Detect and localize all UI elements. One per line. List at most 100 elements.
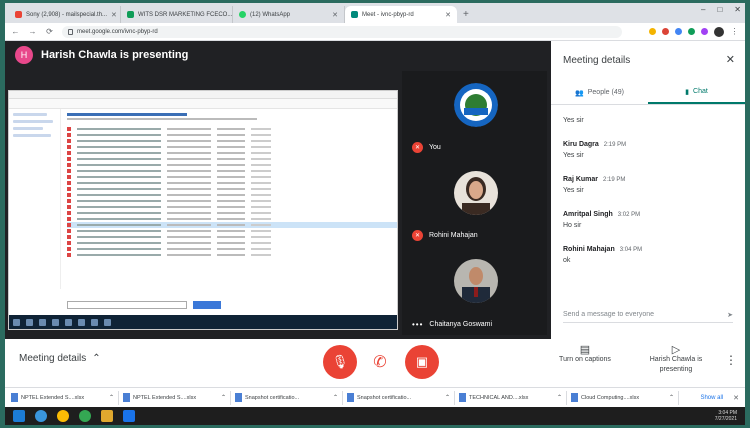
message-sender: Kiru Dagra: [563, 141, 599, 148]
close-shelf-icon[interactable]: ✕: [733, 394, 739, 402]
download-item[interactable]: NPTEL Extended S....xlsx ⌃: [123, 390, 231, 405]
sheets-favicon-icon: [127, 11, 134, 18]
panel-tabs: 👥 People (49) ▮ Chat: [551, 81, 745, 105]
shared-window-action-row: [67, 301, 221, 309]
chrome-icon[interactable]: [57, 410, 69, 422]
captions-button[interactable]: ▤ Turn on captions: [550, 345, 620, 365]
tab-people[interactable]: 👥 People (49): [551, 81, 648, 104]
download-item[interactable]: TECHNICAL AND....xlsx ⌃: [459, 390, 567, 405]
leave-call-button[interactable]: ✆︎: [363, 345, 397, 379]
browser-tab[interactable]: (12) WhatsApp ✕: [233, 6, 345, 23]
message-time: 3:02 PM: [617, 212, 641, 218]
file-icon: [571, 393, 578, 402]
chat-input[interactable]: Send a message to everyone ➤: [563, 307, 733, 323]
participant-name: Rohini Mahajan: [429, 232, 478, 239]
presenter-avatar: H: [15, 46, 33, 64]
mic-toggle-button[interactable]: 🎙︎: [323, 345, 357, 379]
minimize-button[interactable]: –: [701, 5, 705, 14]
shared-window-titlebar: [9, 91, 397, 99]
chevron-up-icon[interactable]: ⌃: [557, 394, 562, 401]
shared-window-sidebar: [9, 109, 61, 289]
extension-icon[interactable]: [662, 28, 669, 35]
more-options-icon[interactable]: ⋮: [725, 353, 737, 367]
windows-taskbar: 3:04 PM 7/27/2021: [5, 407, 745, 425]
address-bar[interactable]: meet.google.com/ivnc-pbyp-rd: [62, 25, 622, 38]
chevron-up-icon[interactable]: ⌃: [109, 394, 114, 401]
shared-screen[interactable]: [8, 90, 398, 330]
meeting-details-button[interactable]: Meeting details ⌃: [19, 353, 101, 364]
chat-message: Kiru Dagra 2:19 PM Yes sir: [563, 141, 733, 159]
download-item[interactable]: Cloud Computing....xlsx ⌃: [571, 390, 679, 405]
participant-tile[interactable]: ✕ Rohini Mahajan: [402, 159, 547, 247]
camera-off-icon: ▣: [415, 354, 429, 369]
chevron-up-icon[interactable]: ⌃: [445, 394, 450, 401]
download-item[interactable]: NPTEL Extended S....xlsx ⌃: [11, 390, 119, 405]
file-explorer-icon[interactable]: [101, 410, 113, 422]
chat-icon: ▮: [685, 88, 690, 96]
chrome-menu-icon[interactable]: ⋮: [730, 27, 739, 36]
download-shelf: NPTEL Extended S....xlsx ⌃ NPTEL Extende…: [5, 387, 745, 407]
participant-name: Chaitanya Goswami: [429, 321, 493, 328]
download-item[interactable]: Snapshot certificatio... ⌃: [235, 390, 343, 405]
chevron-up-icon[interactable]: ⌃: [333, 394, 338, 401]
close-tab-icon[interactable]: ✕: [332, 11, 338, 19]
browser-tab[interactable]: WITS DSR MARKETING FCECO... ✕: [121, 6, 233, 23]
chevron-up-icon[interactable]: ⌃: [221, 394, 226, 401]
download-filename: Cloud Computing....xlsx: [581, 394, 640, 401]
participant-name: You: [429, 144, 441, 151]
message-sender: Amritpal Singh: [563, 211, 613, 218]
show-all-downloads-link[interactable]: Show all: [700, 395, 723, 401]
extension-icons: ⋮: [649, 26, 739, 37]
camera-toggle-button[interactable]: ▣: [405, 345, 439, 379]
new-tab-button[interactable]: +: [457, 6, 475, 23]
edge-icon[interactable]: [35, 410, 47, 422]
app-icon[interactable]: [123, 410, 135, 422]
chevron-up-icon: ⌃: [92, 353, 101, 364]
present-screen-icon: ▷: [671, 344, 681, 356]
participant-photo: [454, 259, 498, 303]
tab-chat[interactable]: ▮ Chat: [648, 81, 745, 104]
reload-icon[interactable]: ⟳: [45, 27, 54, 36]
tab-label: Meet - ivnc-pbyp-rd: [362, 11, 414, 18]
end-call-icon: ✆︎: [373, 354, 387, 371]
chevron-up-icon[interactable]: ⌃: [669, 394, 674, 401]
participant-tile[interactable]: ••• Chaitanya Goswami: [402, 247, 547, 335]
message-time: 2:19 PM: [603, 142, 627, 148]
browser-tab-active[interactable]: Meet - ivnc-pbyp-rd ✕: [345, 6, 457, 23]
extension-icon[interactable]: [675, 28, 682, 35]
system-clock[interactable]: 3:04 PM 7/27/2021: [715, 410, 737, 422]
maximize-button[interactable]: □: [717, 5, 722, 14]
extension-icon[interactable]: [701, 28, 708, 35]
close-tab-icon[interactable]: ✕: [445, 11, 451, 19]
message-time: 3:04 PM: [619, 247, 643, 253]
file-icon: [235, 393, 242, 402]
tab-label: Sony (2,908) - mailspecial.th...: [26, 11, 108, 18]
file-icon: [347, 393, 354, 402]
browser-tab[interactable]: Sony (2,908) - mailspecial.th... ✕: [9, 6, 121, 23]
download-item[interactable]: Snapshot certificatio... ⌃: [347, 390, 455, 405]
extension-icon[interactable]: [649, 28, 656, 35]
captions-label: Turn on captions: [559, 356, 611, 363]
send-icon[interactable]: ➤: [727, 311, 733, 319]
file-icon: [459, 393, 466, 402]
shared-window-subheading: [67, 118, 257, 120]
chrome-icon[interactable]: [79, 410, 91, 422]
mic-off-icon: ✕: [412, 142, 423, 153]
download-filename: NPTEL Extended S....xlsx: [133, 394, 197, 401]
back-arrow-icon[interactable]: ←: [11, 27, 20, 36]
profile-avatar[interactable]: [714, 26, 724, 37]
windows-start-icon[interactable]: [13, 410, 25, 422]
close-window-button[interactable]: ✕: [734, 5, 741, 14]
more-options-icon[interactable]: •••: [412, 320, 423, 329]
participant-tile-you[interactable]: ✕ You: [402, 71, 547, 159]
forward-arrow-icon[interactable]: →: [28, 27, 37, 36]
whatsapp-favicon-icon: [239, 11, 246, 18]
close-icon[interactable]: ✕: [726, 53, 735, 66]
presenting-button[interactable]: ▷ Harish Chawla is presenting: [641, 345, 711, 375]
extension-icon[interactable]: [688, 28, 695, 35]
message-text: Yes sir: [563, 187, 584, 194]
shared-window-button: [193, 301, 221, 309]
close-tab-icon[interactable]: ✕: [111, 11, 117, 19]
download-filename: NPTEL Extended S....xlsx: [21, 394, 85, 401]
people-icon: 👥: [575, 89, 584, 97]
